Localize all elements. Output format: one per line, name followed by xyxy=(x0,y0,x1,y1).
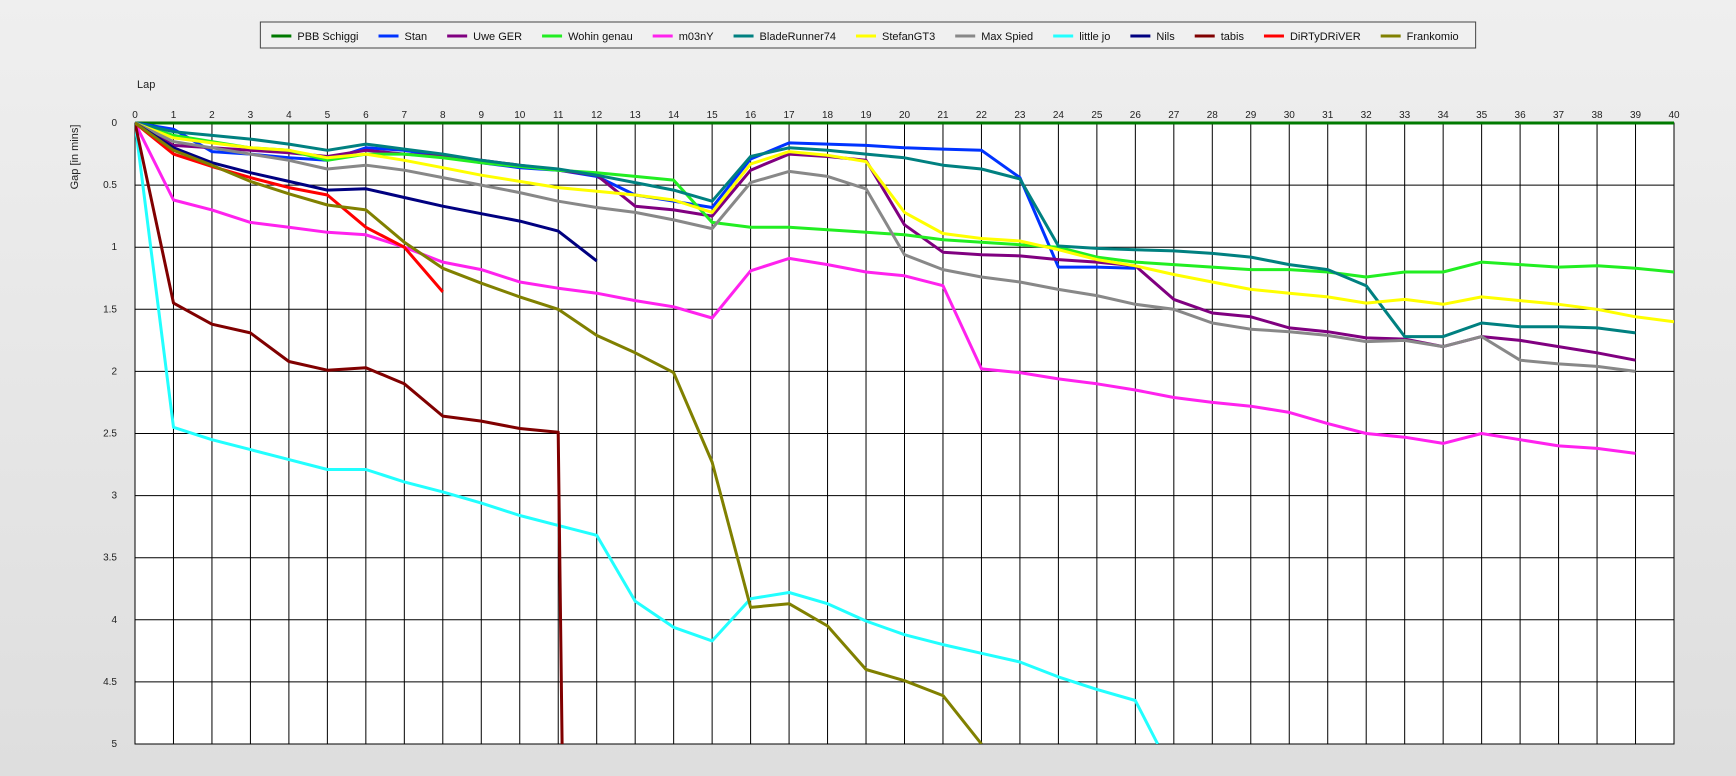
legend: PBB Schiggi Stan Uwe GER Wohin genau m03nY Bl… xyxy=(259,21,1477,49)
x-tick-label: 35 xyxy=(1476,110,1488,121)
x-tick-label: 13 xyxy=(630,110,642,121)
x-tick-label: 32 xyxy=(1361,110,1373,121)
x-tick-label: 22 xyxy=(976,110,988,121)
y-tick-label: 1 xyxy=(111,242,117,253)
x-tick-label: 28 xyxy=(1207,110,1219,121)
grid xyxy=(135,123,1674,744)
x-tick-label: 18 xyxy=(822,110,834,121)
y-tick-label: 4 xyxy=(111,615,117,626)
x-tick-label: 6 xyxy=(363,110,369,121)
x-tick-label: 20 xyxy=(899,110,911,121)
x-tick-label: 26 xyxy=(1130,110,1142,121)
x-tick-label: 37 xyxy=(1553,110,1565,121)
y-axis-title: Gap [in mins] xyxy=(69,125,81,190)
x-tick-label: 34 xyxy=(1438,110,1450,121)
x-tick-label: 4 xyxy=(286,110,292,121)
y-tick-label: 2 xyxy=(111,366,117,377)
x-tick-label: 38 xyxy=(1591,110,1603,121)
x-tick-labels: 0 1 2 3 4 5 6 7 8 9 10 11 12 13 14 15 16 17 18 19 20 21 22 23 24… xyxy=(132,110,1680,121)
x-tick-label: 14 xyxy=(668,110,680,121)
x-tick-label: 29 xyxy=(1245,110,1257,121)
legend-label-bladerunner74: BladeRunner74 xyxy=(760,31,836,43)
legend-label-stefangt3: StefanGT3 xyxy=(882,31,935,43)
legend-label-max-spied: Max Spied xyxy=(981,31,1033,43)
x-tick-label: 12 xyxy=(591,110,603,121)
y-tick-label: 3.5 xyxy=(103,553,117,564)
legend-label-nils: Nils xyxy=(1156,31,1175,43)
x-tick-label: 23 xyxy=(1014,110,1026,121)
y-tick-label: 2.5 xyxy=(103,429,117,440)
y-tick-label: 0 xyxy=(111,118,117,129)
y-tick-label: 3 xyxy=(111,491,117,502)
legend-label-m03ny: m03nY xyxy=(679,31,715,43)
legend-label-frankomio: Frankomio xyxy=(1407,31,1459,43)
x-axis-title: Lap xyxy=(137,79,155,91)
x-tick-label: 40 xyxy=(1668,110,1680,121)
x-tick-label: 2 xyxy=(209,110,215,121)
x-tick-label: 15 xyxy=(707,110,719,121)
x-tick-label: 19 xyxy=(860,110,872,121)
x-tick-label: 3 xyxy=(248,110,254,121)
x-tick-label: 7 xyxy=(402,110,408,121)
x-tick-label: 1 xyxy=(171,110,177,121)
legend-label-wohin-genau: Wohin genau xyxy=(568,31,633,43)
y-tick-label: 1.5 xyxy=(103,304,117,315)
x-tick-label: 5 xyxy=(325,110,331,121)
legend-label-pbb-schiggi: PBB Schiggi xyxy=(297,31,358,43)
x-tick-label: 36 xyxy=(1515,110,1527,121)
legend-label-little-jo: little jo xyxy=(1079,31,1110,43)
x-tick-label: 21 xyxy=(937,110,949,121)
x-tick-label: 31 xyxy=(1322,110,1334,121)
x-tick-label: 0 xyxy=(132,110,138,121)
x-tick-label: 27 xyxy=(1168,110,1180,121)
y-tick-labels: 0 0.5 1 1.5 2 2.5 3 3.5 4 4.5 5 xyxy=(103,118,117,750)
lap-gap-chart: PBB Schiggi Stan Uwe GER Wohin genau m03nY Bl… xyxy=(69,21,1680,750)
y-tick-label: 5 xyxy=(111,739,117,750)
x-tick-label: 11 xyxy=(553,110,564,121)
y-tick-label: 4.5 xyxy=(103,677,117,688)
x-tick-label: 16 xyxy=(745,110,757,121)
x-tick-label: 33 xyxy=(1399,110,1411,121)
x-tick-label: 8 xyxy=(440,110,446,121)
x-tick-label: 25 xyxy=(1091,110,1103,121)
x-tick-label: 39 xyxy=(1630,110,1642,121)
x-tick-label: 9 xyxy=(478,110,484,121)
x-tick-label: 24 xyxy=(1053,110,1065,121)
x-tick-label: 10 xyxy=(514,110,526,121)
legend-label-stan: Stan xyxy=(405,31,428,43)
x-tick-label: 17 xyxy=(784,110,796,121)
legend-label-tabis: tabis xyxy=(1221,31,1245,43)
x-tick-label: 30 xyxy=(1284,110,1296,121)
y-tick-label: 0.5 xyxy=(103,180,117,191)
legend-label-dirtydriver: DiRTyDRiVER xyxy=(1290,31,1361,43)
legend-label-uwe-ger: Uwe GER xyxy=(473,31,522,43)
